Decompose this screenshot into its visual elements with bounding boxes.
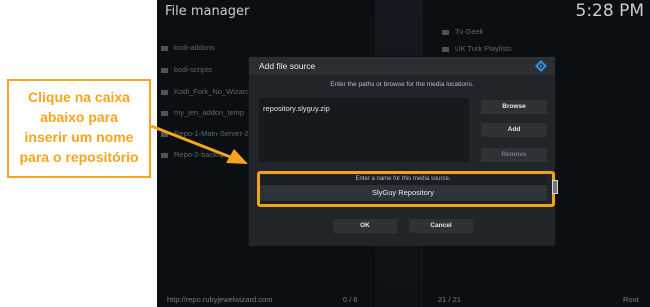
kodi-logo-icon [535, 60, 547, 72]
folder-icon [442, 29, 449, 35]
left-item-count: 0 / 6 [343, 295, 358, 304]
list-item[interactable]: Tv Geek [442, 27, 483, 36]
name-field-highlight [257, 171, 555, 207]
root-label: Root [623, 295, 639, 304]
path-item[interactable]: repository.slyguy.zip [263, 104, 330, 113]
kodi-window: File manager 5:28 PM kodi-addons kodi-sc… [157, 0, 650, 307]
list-item[interactable]: Repo-2-backup [161, 150, 225, 159]
callout-text: Clique na caixa abaixo para inserir um n… [19, 89, 139, 165]
folder-icon [161, 67, 168, 73]
list-item[interactable]: kodi-addons [161, 43, 215, 52]
dialog-title: Add file source [259, 61, 316, 71]
list-item[interactable]: UK Turk Playlists [442, 44, 512, 53]
cancel-button[interactable]: Cancel [409, 219, 473, 233]
clock: 5:28 PM [575, 1, 645, 21]
add-file-source-dialog: Add file source Enter the paths or brows… [249, 57, 555, 246]
list-item[interactable]: kodi-scripts [161, 65, 212, 74]
status-footer: http://repo.rubyjewelwizard.com 0 / 6 21… [157, 293, 650, 307]
ok-button[interactable]: OK [333, 219, 397, 233]
add-button[interactable]: Add [481, 123, 547, 137]
folder-icon [161, 110, 168, 116]
path-list[interactable]: repository.slyguy.zip [259, 98, 469, 162]
folder-icon [442, 46, 449, 52]
folder-icon [161, 45, 168, 51]
page-title: File manager [165, 4, 250, 19]
list-item[interactable]: my_jen_addon_temp [161, 108, 244, 117]
folder-icon [161, 152, 168, 158]
folder-icon [161, 131, 168, 137]
dialog-subtitle: Enter the paths or browse for the media … [330, 81, 474, 88]
browse-button[interactable]: Browse [481, 100, 547, 114]
mouse-cursor-icon [552, 180, 558, 194]
list-item[interactable]: Repo-1-Main-Server-2 [161, 129, 249, 138]
current-path: http://repo.rubyjewelwizard.com [167, 295, 273, 304]
right-item-count: 21 / 21 [438, 295, 461, 304]
dialog-header: Add file source [249, 57, 555, 75]
list-item[interactable]: Kodi_Fork_No_Wizard [161, 87, 249, 96]
remove-button[interactable]: Remove [481, 148, 547, 162]
instruction-callout: Clique na caixa abaixo para inserir um n… [7, 79, 151, 178]
folder-icon [161, 89, 168, 95]
